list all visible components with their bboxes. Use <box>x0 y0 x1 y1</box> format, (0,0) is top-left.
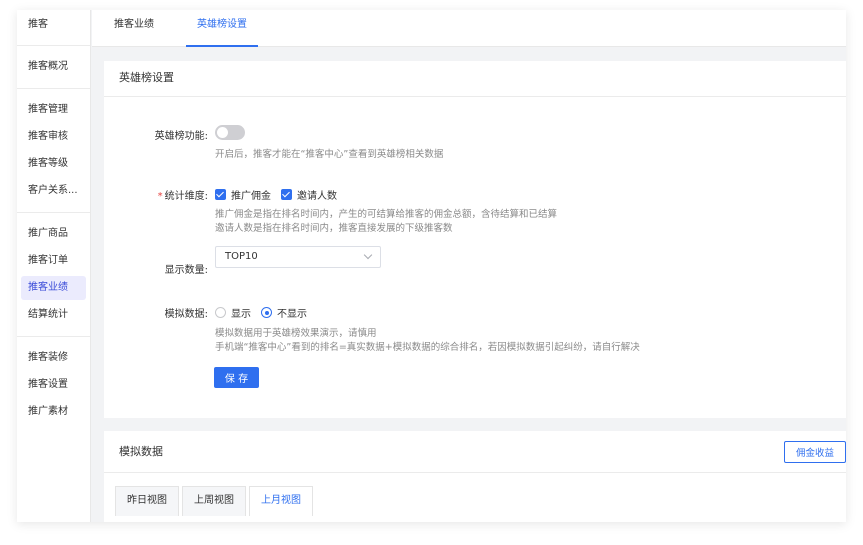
checkbox-invites[interactable]: 邀请人数 <box>281 187 337 202</box>
sidebar-item-products[interactable]: 推广商品 <box>21 222 86 246</box>
mock-hint-2: 手机端“推客中心”看到的排名=真实数据+模拟数据的综合排名，若因模拟数据引起纠纷… <box>215 342 640 353</box>
feature-label: 英雄榜功能: <box>154 131 208 142</box>
sidebar-group-config: 推客装修 推客设置 推广素材 <box>17 337 90 433</box>
mock-card-title: 模拟数据 <box>104 431 846 473</box>
sidebar-item-orders[interactable]: 推客订单 <box>21 249 86 273</box>
sidebar-group-overview: 推客概况 <box>17 46 90 89</box>
sidebar-item-settlement[interactable]: 结算统计 <box>21 303 86 327</box>
count-label: 显示数量: <box>164 265 208 276</box>
tab-yesterday-view[interactable]: 昨日视图 <box>115 486 179 516</box>
sidebar-item-overview[interactable]: 推客概况 <box>21 55 86 79</box>
feature-toggle[interactable] <box>215 125 245 140</box>
count-select-value: TOP10 <box>225 251 258 262</box>
sidebar-item-performance[interactable]: 推客业绩 <box>21 276 86 300</box>
radio-empty-icon <box>215 307 226 318</box>
checkbox-checked-icon <box>281 189 292 200</box>
radio-show-label: 显示 <box>231 309 251 320</box>
dimension-label: * 统计维度: <box>108 187 208 202</box>
checkbox-commission[interactable]: 推广佣金 <box>215 187 271 202</box>
required-mark: * <box>157 191 163 202</box>
sidebar-item-review[interactable]: 推客审核 <box>21 125 86 149</box>
sidebar-item-settings[interactable]: 推客设置 <box>21 373 86 397</box>
feature-hint: 开启后，推客才能在“推客中心”查看到英雄榜相关数据 <box>215 149 444 160</box>
sidebar-item-management[interactable]: 推客管理 <box>21 98 86 122</box>
dimension-hint-1: 推广佣金是指在排名时间内，产生的可结算给推客的佣金总额，含待结算和已结算 <box>215 209 558 220</box>
view-tabs: 昨日视图 上周视图 上月视图 <box>115 486 316 516</box>
tab-last-week-view[interactable]: 上周视图 <box>182 486 246 516</box>
sidebar: 推客 推客概况 推客管理 推客审核 推客等级 客户关系... 推广商品 推客订单… <box>17 10 91 522</box>
save-button[interactable]: 保 存 <box>214 367 259 388</box>
card-title: 英雄榜设置 <box>104 61 846 97</box>
toggle-knob <box>217 127 228 138</box>
radio-show[interactable]: 显示 <box>215 305 251 320</box>
sidebar-item-relations[interactable]: 客户关系... <box>21 179 86 203</box>
app-frame: 推客 推客概况 推客管理 推客审核 推客等级 客户关系... 推广商品 推客订单… <box>17 10 846 522</box>
tab-performance[interactable]: 推客业绩 <box>112 10 156 47</box>
tab-hero-settings[interactable]: 英雄榜设置 <box>186 10 258 47</box>
sidebar-item-materials[interactable]: 推广素材 <box>21 400 86 424</box>
count-select[interactable]: TOP10 <box>215 246 381 268</box>
checkbox-checked-icon <box>215 189 226 200</box>
sidebar-header: 推客 <box>17 10 90 46</box>
dimension-label-text: 统计维度: <box>164 191 208 202</box>
radio-hide[interactable]: 不显示 <box>261 305 307 320</box>
sidebar-group-promotion: 推广商品 推客订单 推客业绩 结算统计 <box>17 213 90 337</box>
hero-settings-card: 英雄榜设置 英雄榜功能: 开启后，推客才能在“推客中心”查看到英雄榜相关数据 *… <box>104 61 846 418</box>
chevron-down-icon <box>363 250 373 260</box>
mock-data-card: 模拟数据 佣金收益 昨日视图 上周视图 上月视图 <box>104 431 846 522</box>
radio-hide-label: 不显示 <box>277 309 307 320</box>
tab-last-month-view[interactable]: 上月视图 <box>249 486 313 516</box>
checkbox-commission-label: 推广佣金 <box>231 191 271 202</box>
mock-label: 模拟数据: <box>164 309 208 320</box>
sidebar-item-levels[interactable]: 推客等级 <box>21 152 86 176</box>
sidebar-item-decoration[interactable]: 推客装修 <box>21 346 86 370</box>
dimension-hint-2: 邀请人数是指在排名时间内，推客直接发展的下级推客数 <box>215 223 453 234</box>
sidebar-group-management: 推客管理 推客审核 推客等级 客户关系... <box>17 89 90 213</box>
mock-hint-1: 模拟数据用于英雄榜效果演示，请慎用 <box>215 328 377 339</box>
radio-selected-icon <box>261 307 272 318</box>
commission-income-button[interactable]: 佣金收益 <box>784 441 846 463</box>
checkbox-invites-label: 邀请人数 <box>297 191 337 202</box>
tab-bar: 推客业绩 英雄榜设置 <box>92 10 846 47</box>
